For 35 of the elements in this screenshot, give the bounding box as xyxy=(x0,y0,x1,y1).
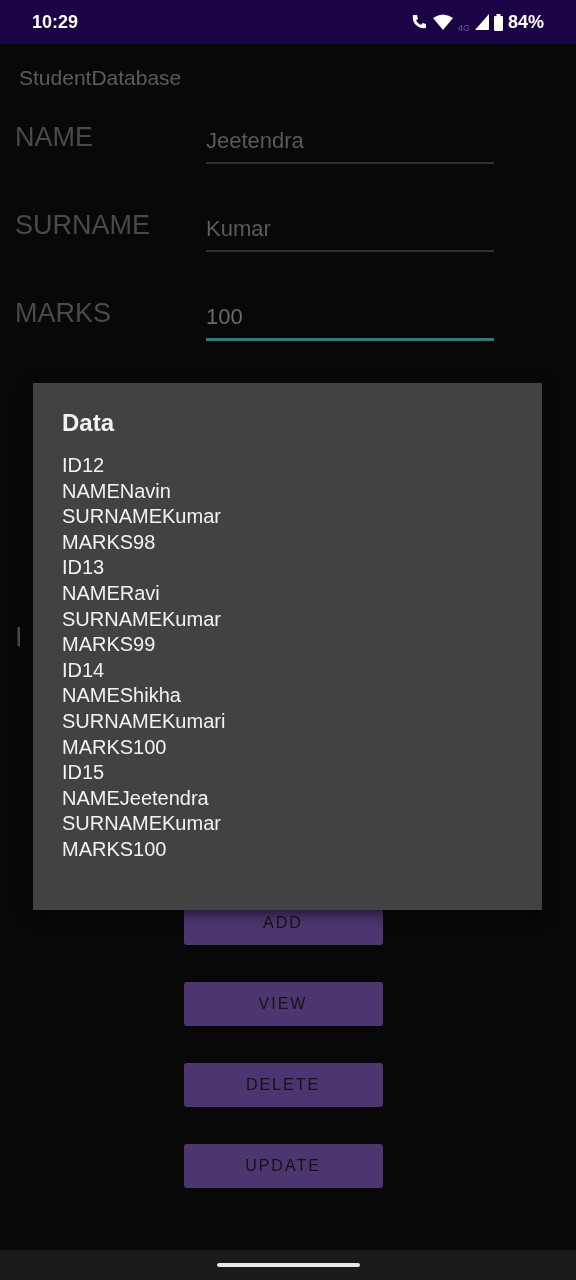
data-line: SURNAMEKumar xyxy=(62,811,222,837)
data-line: NAMEJeetendra xyxy=(62,785,210,811)
dialog-title: Data xyxy=(62,409,116,437)
data-line: ID14 xyxy=(62,657,106,683)
data-line: ID15 xyxy=(62,760,106,786)
data-line: NAMENavin xyxy=(62,478,172,504)
field-label: MARKS xyxy=(15,298,112,329)
data-line: NAMEShikha xyxy=(62,683,182,709)
data-line: SURNAMEKumari xyxy=(62,708,227,734)
data-line: MARKS100 xyxy=(62,734,168,760)
data-line: ID12 xyxy=(62,453,106,478)
clock: 10:29 xyxy=(32,11,79,33)
field-label: I xyxy=(15,622,23,653)
data-line: SURNAMEKumar xyxy=(62,606,222,632)
network-type: 4G xyxy=(457,23,470,33)
input-field[interactable]: 100 xyxy=(206,296,494,341)
app-title: StudentDatabase xyxy=(18,65,183,91)
input-field[interactable]: Jeetendra xyxy=(206,120,494,164)
data-line: MARKS98 xyxy=(62,529,157,555)
field-label: NAME xyxy=(15,122,93,153)
action-button[interactable]: UPDATE xyxy=(183,1144,383,1188)
battery-icon xyxy=(493,13,503,31)
home-handle[interactable] xyxy=(216,1263,360,1267)
signal-icon xyxy=(474,14,489,30)
data-line: MARKS100 xyxy=(62,836,168,862)
data-line: SURNAMEKumar xyxy=(62,504,222,530)
wifi-icon xyxy=(432,14,453,30)
data-line: NAMERavi xyxy=(62,580,161,606)
action-button[interactable]: VIEW xyxy=(183,982,383,1026)
input-field[interactable]: Kumar xyxy=(206,208,494,252)
data-line: ID13 xyxy=(62,555,106,581)
data-line: MARKS99 xyxy=(62,632,157,658)
battery-percentage: 84% xyxy=(507,11,544,33)
field-label: SURNAME xyxy=(15,210,150,241)
action-button[interactable]: DELETE xyxy=(183,1063,383,1107)
